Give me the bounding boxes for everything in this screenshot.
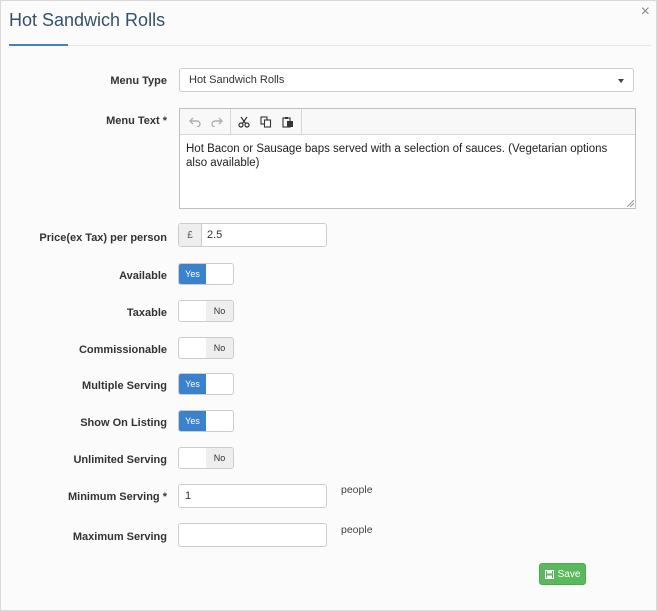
maximum-serving-suffix: people <box>341 524 373 536</box>
minimum-serving-input[interactable]: 1 <box>178 484 327 508</box>
price-input[interactable]: 2.5 <box>202 224 222 246</box>
copy-icon[interactable] <box>255 111 277 133</box>
multiple-serving-label: Multiple Serving <box>82 380 167 392</box>
unlimited-serving-label: Unlimited Serving <box>73 454 167 466</box>
title-underline <box>9 44 68 46</box>
minimum-serving-label: Minimum Serving * <box>67 491 167 503</box>
cut-icon[interactable] <box>233 111 255 133</box>
resize-grip-icon[interactable] <box>627 200 634 207</box>
history-group <box>182 109 231 134</box>
multiple-serving-toggle[interactable]: Yes <box>178 373 234 395</box>
show-on-listing-toggle[interactable]: Yes <box>178 410 234 432</box>
commissionable-toggle[interactable]: No <box>178 337 234 359</box>
commissionable-label: Commissionable <box>78 344 167 356</box>
unlimited-serving-toggle-no: No <box>206 448 233 468</box>
close-icon[interactable]: × <box>641 4 650 20</box>
dialog-title: Hot Sandwich Rolls <box>9 10 166 30</box>
floppy-disk-icon <box>544 569 554 579</box>
save-label: Save <box>557 568 581 580</box>
menu-item-dialog: Hot Sandwich Rolls × Menu Type Hot Sandw… <box>0 0 657 611</box>
maximum-serving-label: Maximum Serving <box>72 531 167 543</box>
save-button[interactable]: Save <box>539 563 586 585</box>
menu-type-select[interactable]: Hot Sandwich Rolls <box>179 68 634 92</box>
title-divider <box>68 45 651 46</box>
caret-down-icon <box>618 79 624 83</box>
unlimited-serving-toggle[interactable]: No <box>178 447 234 469</box>
available-toggle[interactable]: Yes <box>178 263 234 285</box>
currency-addon: £ <box>179 224 202 246</box>
taxable-label: Taxable <box>126 307 167 319</box>
paste-icon[interactable] <box>277 111 299 133</box>
maximum-serving-input[interactable] <box>178 523 327 547</box>
taxable-toggle-no: No <box>206 301 233 321</box>
menu-type-label: Menu Type <box>110 75 167 87</box>
menu-text-editor: Hot Bacon or Sausage baps served with a … <box>179 108 636 209</box>
price-input-group[interactable]: £ 2.5 <box>178 223 327 247</box>
price-label: Price(ex Tax) per person <box>39 232 167 244</box>
minimum-serving-suffix: people <box>341 484 373 496</box>
undo-icon[interactable] <box>184 111 206 133</box>
show-on-listing-toggle-yes: Yes <box>179 411 206 431</box>
show-on-listing-label: Show On Listing <box>80 417 167 429</box>
menu-text-content[interactable]: Hot Bacon or Sausage baps served with a … <box>180 135 635 177</box>
available-toggle-yes: Yes <box>179 264 206 284</box>
available-label: Available <box>119 270 167 282</box>
commissionable-toggle-no: No <box>206 338 233 358</box>
clipboard-group <box>231 109 302 134</box>
taxable-toggle[interactable]: No <box>178 300 234 322</box>
menu-type-value: Hot Sandwich Rolls <box>189 74 285 86</box>
redo-icon[interactable] <box>206 111 228 133</box>
editor-toolbar <box>180 109 635 135</box>
multiple-serving-toggle-yes: Yes <box>179 374 206 394</box>
menu-text-label: Menu Text * <box>106 115 167 127</box>
